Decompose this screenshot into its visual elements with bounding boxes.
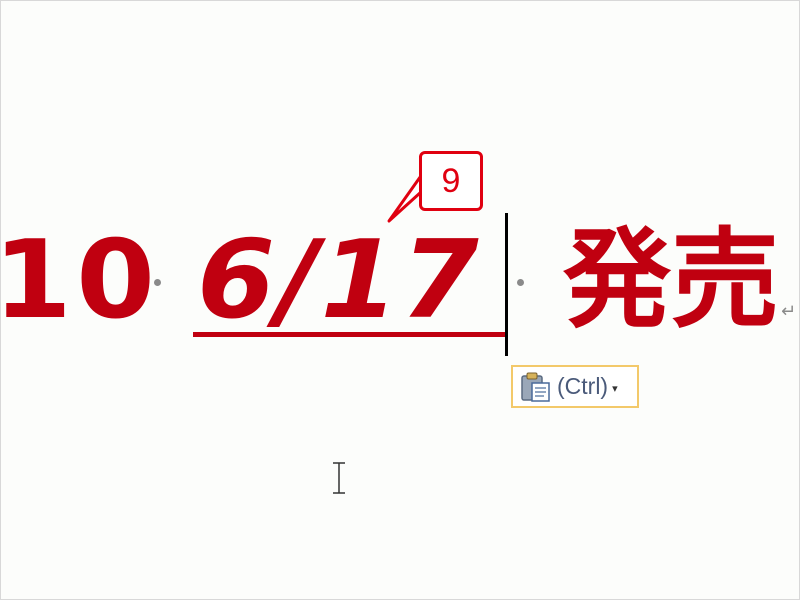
date-underline (193, 332, 505, 337)
paste-options-label: (Ctrl) (557, 373, 609, 399)
release-kanji-text: 発売 (563, 218, 780, 343)
paragraph-mark: ↵ (781, 301, 797, 322)
clipboard-icon (521, 372, 550, 402)
chevron-down-icon: ▾ (612, 382, 618, 395)
document-canvas[interactable]: 10 6/17 発売 ↵ 9 (Ctrl) ▾ (0, 0, 800, 600)
paste-options-button[interactable]: (Ctrl) ▾ (511, 365, 639, 408)
step-callout: 9 (419, 151, 483, 211)
space-marker (154, 279, 161, 286)
text-caret (505, 213, 508, 356)
selected-date-text: 6/17 (197, 218, 481, 343)
space-marker (517, 279, 524, 286)
number-text: 10 (0, 218, 160, 343)
ibeam-cursor-icon (333, 462, 345, 494)
